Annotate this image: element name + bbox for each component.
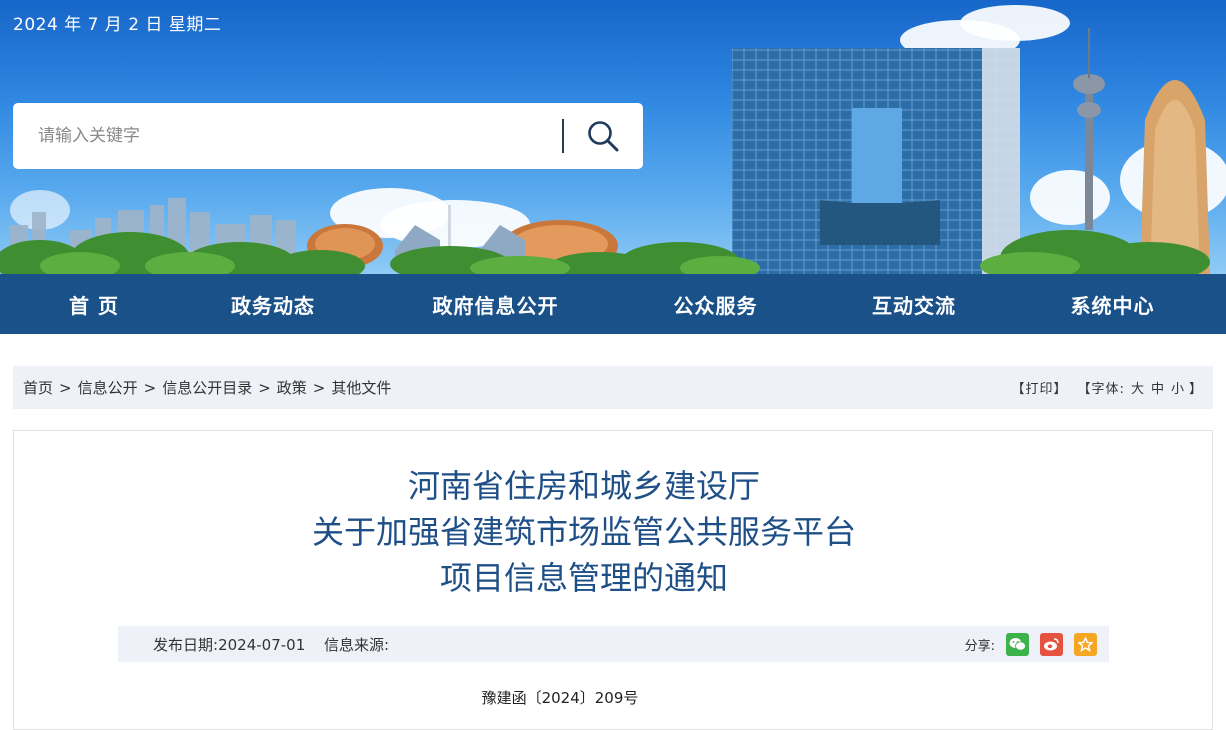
breadcrumb-separator: > [312,378,326,397]
nav-item-public-service[interactable]: 公众服务 [633,274,798,334]
article-meta-bar: 发布日期:2024-07-01 信息来源: 分享: [118,626,1109,662]
publish-date-label: 发布日期: [153,635,219,654]
current-date: 2024 年 7 月 2 日 星期二 [13,15,222,35]
breadcrumb-separator: > [258,378,271,397]
wechat-icon [1009,637,1026,651]
nav-item-info-disclosure[interactable]: 政府信息公开 [358,274,633,334]
article-title-line: 河南省住房和城乡建设厅 [407,467,760,505]
article-panel: 河南省住房和城乡建设厅 关于加强省建筑市场监管公共服务平台 项目信息管理的通知 … [13,430,1213,730]
breadcrumb-policy[interactable]: 政策 [277,377,307,398]
font-large-button[interactable]: 大 [1131,378,1145,397]
document-number: 豫建函〔2024〕209号 [481,689,639,707]
article-meta: 发布日期:2024-07-01 信息来源: [153,634,403,655]
breadcrumb-separator: > [143,378,157,397]
share-favorite-button[interactable] [1074,632,1097,656]
nav-item-interaction[interactable]: 互动交流 [798,274,1030,334]
header-banner: 2024 年 7 月 2 日 星期二 [0,0,1226,274]
nav-item-system-center[interactable]: 系统中心 [1030,274,1195,334]
breadcrumb-other-docs[interactable]: 其他文件 [331,377,391,398]
search-icon [588,121,619,152]
share-bar: 分享: [964,632,1097,656]
font-small-button[interactable]: 小 [1171,378,1185,397]
star-icon [1078,636,1093,652]
breadcrumb-bar: 首页 > 信息公开 > 信息公开目录 > 政策 > 其他文件 【打印】 【字体:… [13,366,1213,409]
breadcrumb-info-catalog[interactable]: 信息公开目录 [162,377,252,398]
share-wechat-button[interactable] [1006,632,1029,656]
nav-item-home[interactable]: 首 页 [0,274,188,334]
breadcrumb-info-disclosure[interactable]: 信息公开 [78,377,138,398]
share-label: 分享: [964,638,995,654]
breadcrumb: 首页 > 信息公开 > 信息公开目录 > 政策 > 其他文件 [23,377,391,398]
publish-date-value: 2024-07-01 [218,635,306,654]
search-box [13,103,643,169]
nav-item-news[interactable]: 政务动态 [188,274,358,334]
print-button[interactable]: 【打印】 [1012,378,1068,397]
share-weibo-button[interactable] [1040,632,1063,656]
font-size-label: 【字体: [1077,382,1125,397]
breadcrumb-separator: > [59,378,72,397]
weibo-icon [1044,637,1059,650]
breadcrumb-home[interactable]: 首页 [23,377,53,398]
article-title-line: 关于加强省建筑市场监管公共服务平台 [311,513,856,551]
font-size-suffix: 】 [1188,382,1203,397]
search-divider [562,119,564,153]
search-input[interactable] [13,103,563,169]
page-tools: 【打印】 【字体: 大 中 小 】 [1012,378,1203,397]
font-medium-button[interactable]: 中 [1151,378,1165,397]
main-nav: 首 页 政务动态 政府信息公开 公众服务 互动交流 系统中心 [0,274,1226,334]
source-label: 信息来源: [324,635,390,654]
publish-date: 发布日期:2024-07-01 [153,636,305,654]
search-button[interactable] [578,113,628,159]
article-title: 河南省住房和城乡建设厅 关于加强省建筑市场监管公共服务平台 项目信息管理的通知 [14,463,1154,601]
article-title-line: 项目信息管理的通知 [439,559,728,597]
